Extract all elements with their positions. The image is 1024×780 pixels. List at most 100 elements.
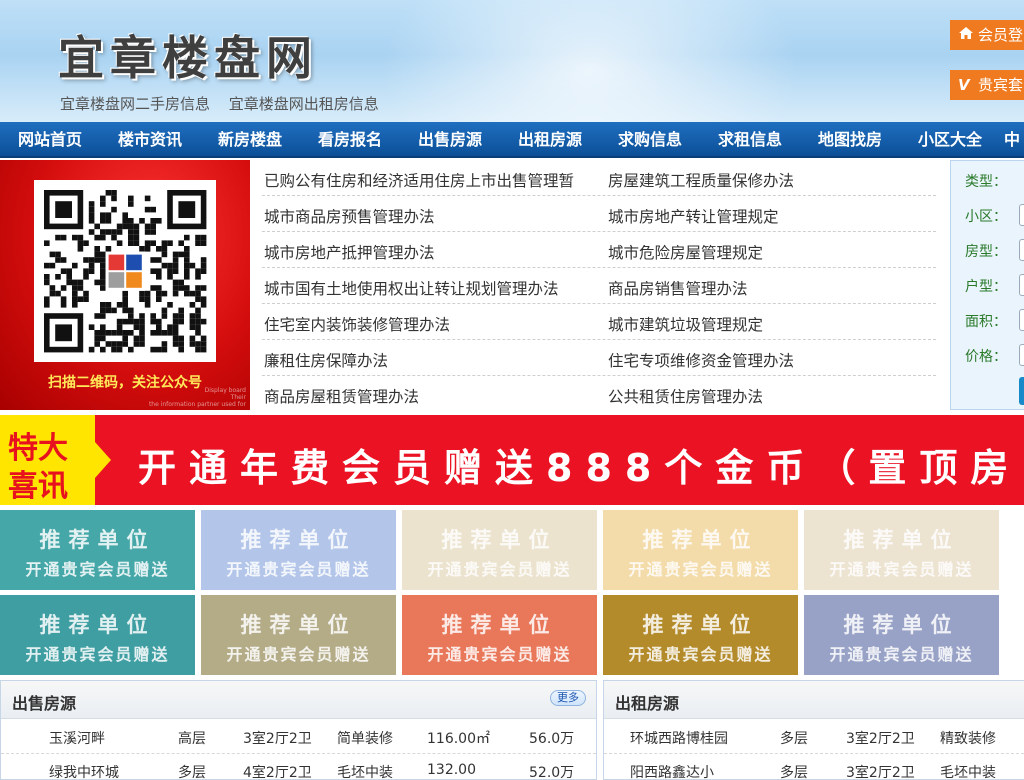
recommended-unit-tile[interactable]: 推荐单位 开通贵宾会员赠送 bbox=[804, 595, 999, 675]
listing-layout: 3室2厅2卫 bbox=[243, 731, 312, 747]
price-label: 价格： bbox=[965, 349, 1007, 365]
panel-title: 出租房源 bbox=[615, 694, 680, 713]
listing-decoration: 简单装修 bbox=[337, 731, 393, 747]
nav-home[interactable]: 网站首页 bbox=[0, 122, 100, 156]
search-panel: 类型： 小区： 房型： 户型： 面积： 价格： bbox=[950, 160, 1024, 410]
vip-icon: V bbox=[958, 76, 970, 94]
list-item: 城市国有土地使用权出让转让规划管理办法 商品房销售管理办法 bbox=[262, 268, 936, 304]
tile-title: 推荐单位 bbox=[642, 528, 759, 552]
tile-title: 推荐单位 bbox=[240, 613, 357, 637]
community-input[interactable] bbox=[1019, 204, 1024, 226]
listing-type: 高层 bbox=[178, 731, 206, 747]
nav-wanted-rent[interactable]: 求租信息 bbox=[700, 122, 800, 156]
recommended-unit-tile[interactable]: 推荐单位 开通贵宾会员赠送 bbox=[603, 510, 798, 590]
news-link[interactable]: 城市国有土地使用权出让转让规划管理办法 bbox=[264, 277, 594, 299]
listing-name[interactable]: 环城西路博桂园 bbox=[630, 728, 728, 748]
list-item: 廉租住房保障办法 住宅专项维修资金管理办法 bbox=[262, 340, 936, 376]
listing-price: 56.0万 bbox=[529, 731, 575, 747]
more-button[interactable]: 更多 bbox=[550, 690, 586, 706]
policy-news-list: 已购公有住房和经济适用住房上市出售管理暂 房屋建筑工程质量保修办法 城市商品房预… bbox=[262, 160, 938, 412]
tile-title: 推荐单位 bbox=[843, 528, 960, 552]
header-glow bbox=[380, 0, 800, 122]
news-link[interactable]: 住宅专项维修资金管理办法 bbox=[608, 349, 928, 371]
recommended-unit-tile[interactable]: 推荐单位 开通贵宾会员赠送 bbox=[603, 595, 798, 675]
listing-name[interactable]: 阳西路鑫达小 bbox=[630, 762, 714, 779]
table-row[interactable]: 阳西路鑫达小 多层 3室2厅2卫 毛坯中装 bbox=[604, 754, 1024, 779]
recommended-unit-tile[interactable]: 推荐单位开通贵宾会员赠送 bbox=[402, 595, 597, 675]
recommended-unit-tile[interactable]: 推荐单位 开通贵宾会员赠送 bbox=[201, 510, 396, 590]
recommended-unit-tile[interactable]: 推荐单位 开通贵宾会员赠送 bbox=[0, 595, 195, 675]
list-item: 城市房地产抵押管理办法 城市危险房屋管理规定 bbox=[262, 232, 936, 268]
price-select[interactable] bbox=[1019, 344, 1024, 366]
sale-listings-panel: 出售房源 更多 玉溪河畔 高层 3室2厅2卫 简单装修 116.00㎡ 56.0… bbox=[0, 680, 597, 780]
member-login-button[interactable]: 会员登 bbox=[950, 20, 1024, 50]
home-icon bbox=[958, 20, 978, 50]
tile-title: 推荐单位 bbox=[441, 528, 558, 552]
listing-area: 132.00 bbox=[427, 762, 476, 778]
news-link[interactable]: 城市商品房预售管理办法 bbox=[264, 205, 594, 227]
room-type-label: 房型： bbox=[965, 244, 1007, 260]
news-link[interactable]: 廉租住房保障办法 bbox=[264, 349, 594, 371]
news-link[interactable]: 城市建筑垃圾管理规定 bbox=[608, 313, 928, 335]
vip-package-button[interactable]: V 贵宾套 bbox=[950, 70, 1024, 100]
news-link[interactable]: 城市危险房屋管理规定 bbox=[608, 241, 928, 263]
listing-type: 多层 bbox=[178, 765, 206, 780]
recommended-unit-tile[interactable]: 推荐单位 开通贵宾会员赠送 bbox=[201, 595, 396, 675]
table-row[interactable]: 环城西路博桂园 多层 3室2厅2卫 精致装修 bbox=[604, 720, 1024, 754]
flag-arrow-icon bbox=[95, 442, 111, 478]
listing-name[interactable]: 绿我中环城 bbox=[49, 762, 119, 779]
news-link[interactable]: 已购公有住房和经济适用住房上市出售管理暂 bbox=[264, 169, 594, 191]
nav-for-sale[interactable]: 出售房源 bbox=[400, 122, 500, 156]
site-title[interactable]: 宜章楼盘网 bbox=[58, 22, 318, 88]
room-type-select[interactable] bbox=[1019, 239, 1024, 261]
table-row[interactable]: 绿我中环城 多层 4室2厅2卫 毛坯中装 132.00 52.0万 bbox=[1, 754, 596, 780]
area-label: 面积： bbox=[965, 314, 1007, 330]
listing-layout: 4室2厅2卫 bbox=[243, 765, 312, 780]
tile-subtitle: 开通贵宾会员赠送 bbox=[25, 560, 170, 579]
vip-package-label: 贵宾套 bbox=[978, 76, 1024, 94]
nav-communities[interactable]: 小区大全 bbox=[900, 122, 1000, 156]
area-select[interactable] bbox=[1019, 309, 1024, 331]
rental-link[interactable]: 宜章楼盘网出租房信息 bbox=[229, 95, 379, 113]
nav-news[interactable]: 楼市资讯 bbox=[100, 122, 200, 156]
news-link[interactable]: 商品房屋租赁管理办法 bbox=[264, 385, 594, 407]
table-row[interactable]: 玉溪河畔 高层 3室2厅2卫 简单装修 116.00㎡ 56.0万 bbox=[1, 720, 596, 754]
news-link[interactable]: 城市房地产转让管理规定 bbox=[608, 205, 928, 227]
tile-title: 推荐单位 bbox=[441, 613, 558, 637]
news-link[interactable]: 房屋建筑工程质量保修办法 bbox=[608, 169, 928, 191]
tile-title: 推荐单位 bbox=[39, 528, 156, 552]
recommended-unit-tile[interactable]: 推荐单位开通贵宾会员赠送 bbox=[402, 510, 597, 590]
news-link[interactable]: 住宅室内装饰装修管理办法 bbox=[264, 313, 594, 335]
nav-new-homes[interactable]: 新房楼盘 bbox=[200, 122, 300, 156]
listing-decoration: 精致装修 bbox=[940, 731, 996, 747]
nav-wanted-buy[interactable]: 求购信息 bbox=[600, 122, 700, 156]
search-button[interactable] bbox=[1019, 377, 1024, 405]
tile-subtitle: 开通贵宾会员赠送 bbox=[628, 645, 773, 664]
news-link[interactable]: 公共租赁住房管理办法 bbox=[608, 385, 928, 407]
nav-map-search[interactable]: 地图找房 bbox=[800, 122, 900, 156]
panel-header: 出售房源 更多 bbox=[1, 681, 596, 719]
nav-viewing-signup[interactable]: 看房报名 bbox=[300, 122, 400, 156]
recommended-unit-tile[interactable]: 推荐单位开通贵宾会员赠送 bbox=[804, 510, 999, 590]
banner-flag: 特大 喜讯 bbox=[0, 415, 111, 505]
list-item: 已购公有住房和经济适用住房上市出售管理暂 房屋建筑工程质量保修办法 bbox=[262, 160, 936, 196]
listing-name[interactable]: 玉溪河畔 bbox=[49, 728, 105, 748]
tile-subtitle: 开通贵宾会员赠送 bbox=[427, 645, 572, 664]
nav-for-rent[interactable]: 出租房源 bbox=[500, 122, 600, 156]
layout-select[interactable] bbox=[1019, 274, 1024, 296]
promo-banner[interactable]: 特大 喜讯 开通年费会员赠送888个金币（置顶房 bbox=[0, 415, 1024, 505]
tile-title: 推荐单位 bbox=[39, 613, 156, 637]
nav-more[interactable]: 中 bbox=[1000, 122, 1024, 156]
recommended-unit-tile[interactable]: 推荐单位开通贵宾会员赠送 bbox=[0, 510, 195, 590]
listing-area: 116.00㎡ bbox=[427, 731, 490, 747]
qr-promo: 扫描二维码，关注公众号 Display board Their the inform… bbox=[0, 160, 250, 410]
news-link[interactable]: 城市房地产抵押管理办法 bbox=[264, 241, 594, 263]
tile-subtitle: 开通贵宾会员赠送 bbox=[829, 560, 974, 579]
tile-title: 推荐单位 bbox=[240, 528, 357, 552]
news-link[interactable]: 商品房销售管理办法 bbox=[608, 277, 928, 299]
tile-subtitle: 开通贵宾会员赠送 bbox=[427, 560, 572, 579]
second-hand-link[interactable]: 宜章楼盘网二手房信息 bbox=[60, 95, 210, 113]
listing-layout: 3室2厅2卫 bbox=[846, 731, 915, 747]
qr-code bbox=[34, 180, 216, 362]
tile-subtitle: 开通贵宾会员赠送 bbox=[829, 645, 974, 664]
